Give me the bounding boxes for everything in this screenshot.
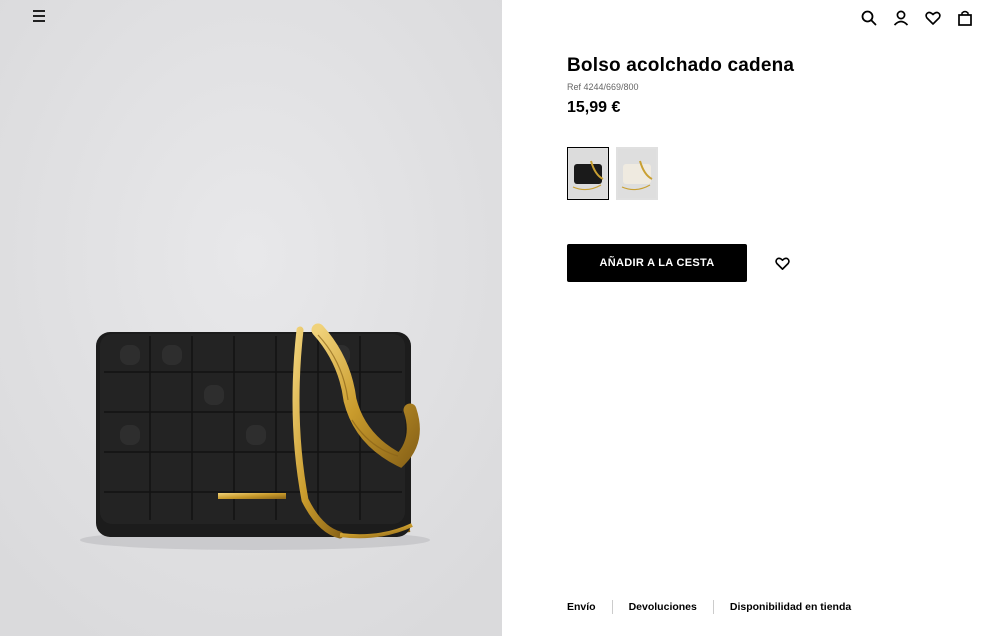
add-to-cart-button[interactable]: AÑADIR A LA CESTA — [567, 244, 747, 282]
product-ref: Ref 4244/669/800 — [567, 82, 639, 92]
product-price: 15,99 € — [567, 99, 621, 116]
product-title: Bolso acolchado cadena — [567, 55, 795, 76]
swatch-black[interactable] — [567, 147, 609, 200]
returns-link[interactable]: Devoluciones — [629, 601, 697, 613]
menu-icon[interactable] — [31, 9, 47, 23]
color-swatches — [567, 147, 658, 200]
divider — [712, 600, 714, 614]
user-icon[interactable] — [891, 8, 911, 28]
swatch-cream[interactable] — [616, 147, 658, 200]
wishlist-heart-icon[interactable] — [772, 253, 792, 273]
shipping-link[interactable]: Envío — [567, 601, 596, 613]
product-image[interactable] — [0, 0, 502, 636]
shopping-bag-icon[interactable] — [955, 8, 975, 28]
info-links: Envío Devoluciones Disponibilidad en tie… — [567, 600, 851, 614]
bag-illustration — [0, 0, 502, 636]
header-actions — [859, 8, 975, 28]
store-availability-link[interactable]: Disponibilidad en tienda — [730, 601, 851, 613]
search-icon[interactable] — [859, 8, 879, 28]
divider — [611, 600, 613, 614]
heart-icon[interactable] — [923, 8, 943, 28]
